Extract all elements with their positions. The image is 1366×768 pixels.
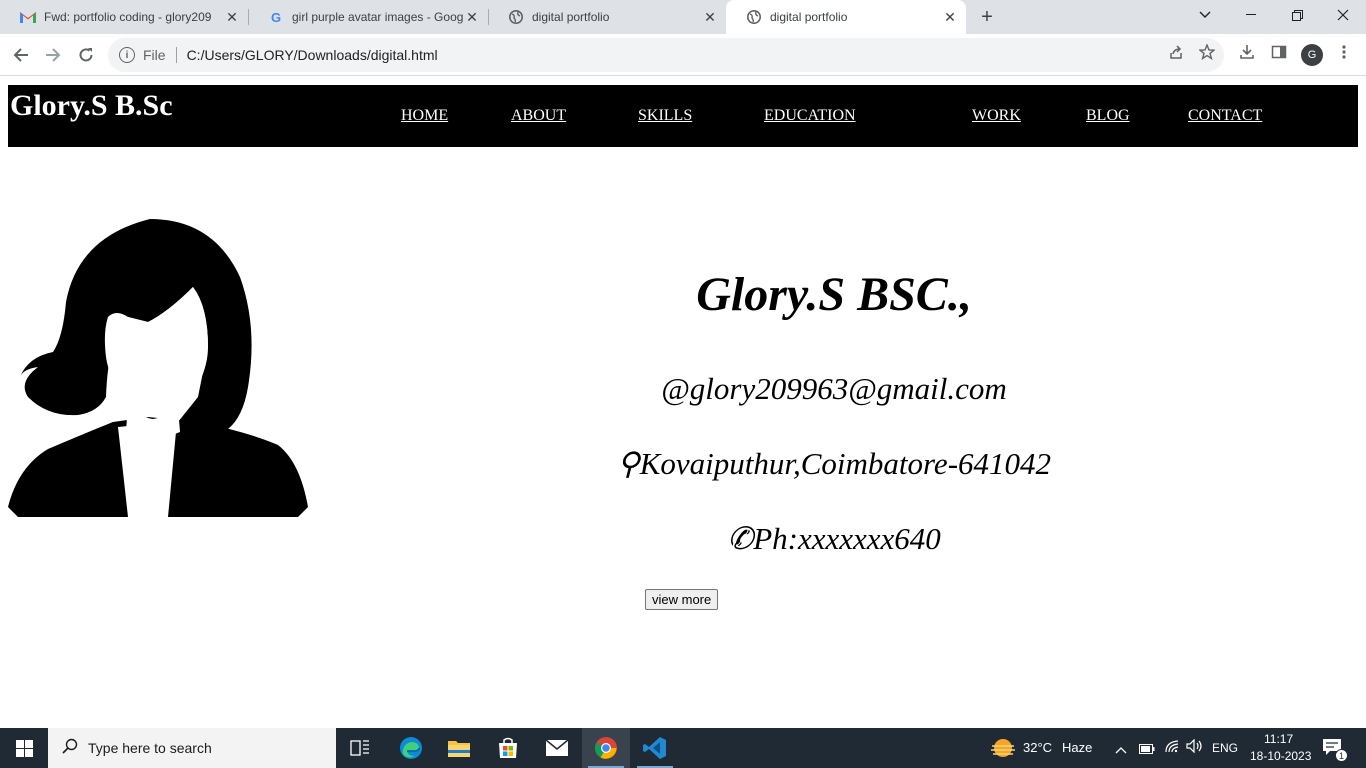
- view-more-button[interactable]: view more: [645, 589, 719, 610]
- info-icon[interactable]: i: [119, 47, 135, 63]
- vscode-icon[interactable]: [631, 728, 679, 768]
- globe-icon: [746, 9, 762, 25]
- profile-avatar[interactable]: G: [1301, 44, 1323, 66]
- address-scheme: File: [143, 47, 166, 63]
- task-view-icon[interactable]: [336, 728, 384, 768]
- weather-icon[interactable]: [990, 737, 1016, 764]
- weather-condition: Haze: [1062, 740, 1093, 755]
- tab-google-images[interactable]: G girl purple avatar images - Goog ✕: [248, 0, 488, 34]
- close-icon[interactable]: ✕: [942, 9, 958, 25]
- hero-email: @glory209963@gmail.com: [661, 371, 1007, 406]
- mail-icon[interactable]: [533, 728, 581, 768]
- tab-digital-portfolio-active[interactable]: digital portfolio ✕: [726, 0, 966, 34]
- restore-button[interactable]: [1274, 0, 1320, 30]
- hero-location: ⚲Kovaiputhur,Coimbatore-641042: [616, 446, 1052, 481]
- reload-icon[interactable]: [72, 41, 100, 69]
- browser-toolbar: i File C:/Users/GLORY/Downloads/digital.…: [0, 34, 1366, 76]
- globe-icon: [508, 9, 524, 25]
- volume-icon[interactable]: [1186, 738, 1204, 758]
- tab-gmail[interactable]: Fwd: portfolio coding - glory209 ✕: [0, 0, 248, 34]
- close-window-button[interactable]: [1320, 0, 1366, 30]
- nav-blog[interactable]: BLOG: [1086, 107, 1130, 125]
- file-explorer-icon[interactable]: [435, 728, 483, 768]
- forward-arrow-icon[interactable]: [39, 41, 67, 69]
- site-brand: Glory.S B.Sc: [10, 89, 173, 122]
- download-icon[interactable]: [1237, 42, 1257, 62]
- gmail-icon: [20, 9, 36, 25]
- hero-phone: ✆Ph:xxxxxxx640: [727, 521, 941, 556]
- nav-about[interactable]: ABOUT: [511, 107, 566, 125]
- tab-title: digital portfolio: [770, 10, 848, 24]
- hero-name: Glory.S BSC.,: [696, 268, 972, 321]
- back-arrow-icon[interactable]: [7, 41, 35, 69]
- weather-temp: 32°C: [1023, 740, 1053, 755]
- nav-education[interactable]: EDUCATION: [764, 107, 856, 125]
- new-tab-button[interactable]: +: [975, 5, 999, 29]
- nav-home[interactable]: HOME: [401, 107, 448, 125]
- windows-taskbar: Type here to search 32°C Haze ENG 11:17 …: [0, 728, 1366, 768]
- tab-digital-portfolio-1[interactable]: digital portfolio ✕: [488, 0, 726, 34]
- language-indicator[interactable]: ENG: [1212, 741, 1238, 755]
- bookmark-star-icon[interactable]: [1197, 42, 1217, 62]
- share-icon[interactable]: [1166, 42, 1186, 62]
- google-icon: G: [270, 9, 282, 25]
- avatar-image: [8, 219, 308, 517]
- minimize-button[interactable]: [1228, 0, 1274, 30]
- notification-icon[interactable]: 1: [1322, 738, 1348, 762]
- close-icon[interactable]: ✕: [464, 9, 480, 25]
- taskbar-search-box[interactable]: Type here to search: [48, 728, 336, 768]
- more-menu-icon[interactable]: [1334, 42, 1354, 62]
- tab-title: digital portfolio: [532, 10, 610, 24]
- windows-start-icon[interactable]: [0, 728, 48, 768]
- page-content: Glory.S B.Sc HOME ABOUT SKILLS EDUCATION…: [0, 77, 1366, 728]
- chrome-icon[interactable]: [582, 728, 630, 768]
- tab-title: Fwd: portfolio coding - glory209: [44, 10, 212, 24]
- notification-count: 1: [1335, 749, 1348, 762]
- close-icon[interactable]: ✕: [702, 9, 718, 25]
- clock-time[interactable]: 11:17: [1264, 732, 1293, 746]
- clock-date[interactable]: 18-10-2023: [1250, 749, 1311, 763]
- microsoft-store-icon[interactable]: [484, 728, 532, 768]
- address-bar[interactable]: i File C:/Users/GLORY/Downloads/digital.…: [108, 38, 1224, 72]
- side-panel-icon[interactable]: [1269, 42, 1289, 62]
- nav-skills[interactable]: SKILLS: [638, 107, 692, 125]
- address-divider: [175, 47, 177, 63]
- chevron-up-icon[interactable]: [1115, 741, 1127, 759]
- tab-title: girl purple avatar images - Goog: [292, 10, 464, 24]
- tab-search-chevron-icon[interactable]: [1182, 0, 1228, 30]
- battery-icon[interactable]: [1139, 741, 1155, 759]
- nav-contact[interactable]: CONTACT: [1188, 107, 1262, 125]
- tab-strip: Fwd: portfolio coding - glory209 ✕ G gir…: [0, 0, 1366, 34]
- close-icon[interactable]: ✕: [224, 9, 240, 25]
- search-icon: [62, 738, 78, 759]
- edge-browser-icon[interactable]: [387, 728, 435, 768]
- address-url: C:/Users/GLORY/Downloads/digital.html: [186, 47, 438, 63]
- wifi-icon[interactable]: [1164, 739, 1180, 758]
- nav-work[interactable]: WORK: [972, 107, 1021, 125]
- search-placeholder: Type here to search: [88, 740, 212, 756]
- site-navbar: Glory.S B.Sc HOME ABOUT SKILLS EDUCATION…: [8, 85, 1358, 147]
